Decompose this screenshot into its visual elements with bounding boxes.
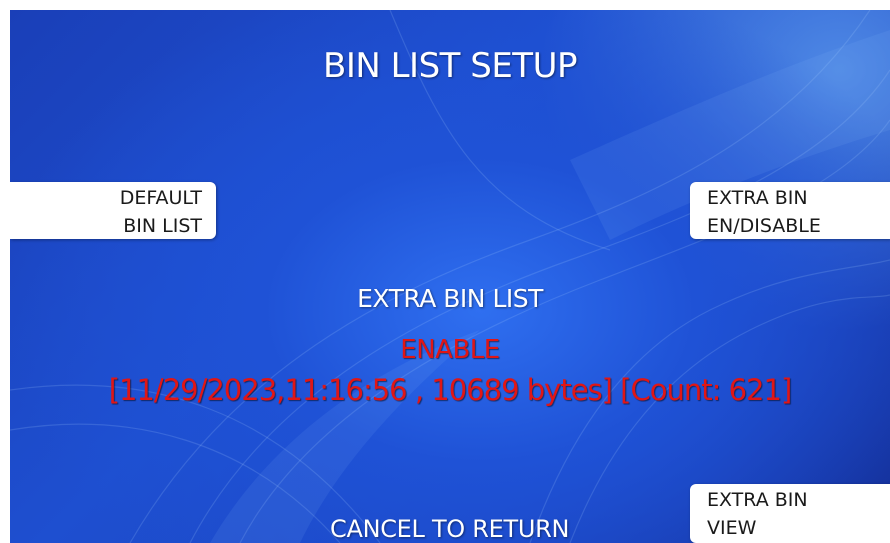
extra-bin-enable-disable-button[interactable]: EXTRA BIN EN/DISABLE [690, 182, 890, 239]
key-label-line2: BIN LIST [123, 215, 202, 237]
key-label-line1: DEFAULT [119, 187, 202, 209]
default-bin-list-button[interactable]: DEFAULT BIN LIST [10, 182, 216, 239]
bin-list-info: [11/29/2023,11:16:56 , 10689 bytes] [Cou… [108, 373, 793, 407]
cancel-to-return-label: CANCEL TO RETURN [330, 515, 570, 543]
extra-bin-view-button[interactable]: EXTRA BIN VIEW [690, 484, 890, 543]
atm-screen: BIN LIST SETUP DEFAULT BIN LIST EXTRA BI… [10, 10, 890, 543]
key-label-line1: EXTRA BIN [707, 187, 808, 209]
extra-bin-list-label: EXTRA BIN LIST [357, 284, 543, 313]
status-text: ENABLE [400, 335, 500, 365]
page-title: BIN LIST SETUP [323, 46, 577, 86]
key-label-line1: EXTRA BIN [707, 489, 808, 511]
key-label-line2: VIEW [707, 517, 757, 539]
key-label-line2: EN/DISABLE [707, 215, 821, 237]
background-swirl [10, 10, 890, 543]
